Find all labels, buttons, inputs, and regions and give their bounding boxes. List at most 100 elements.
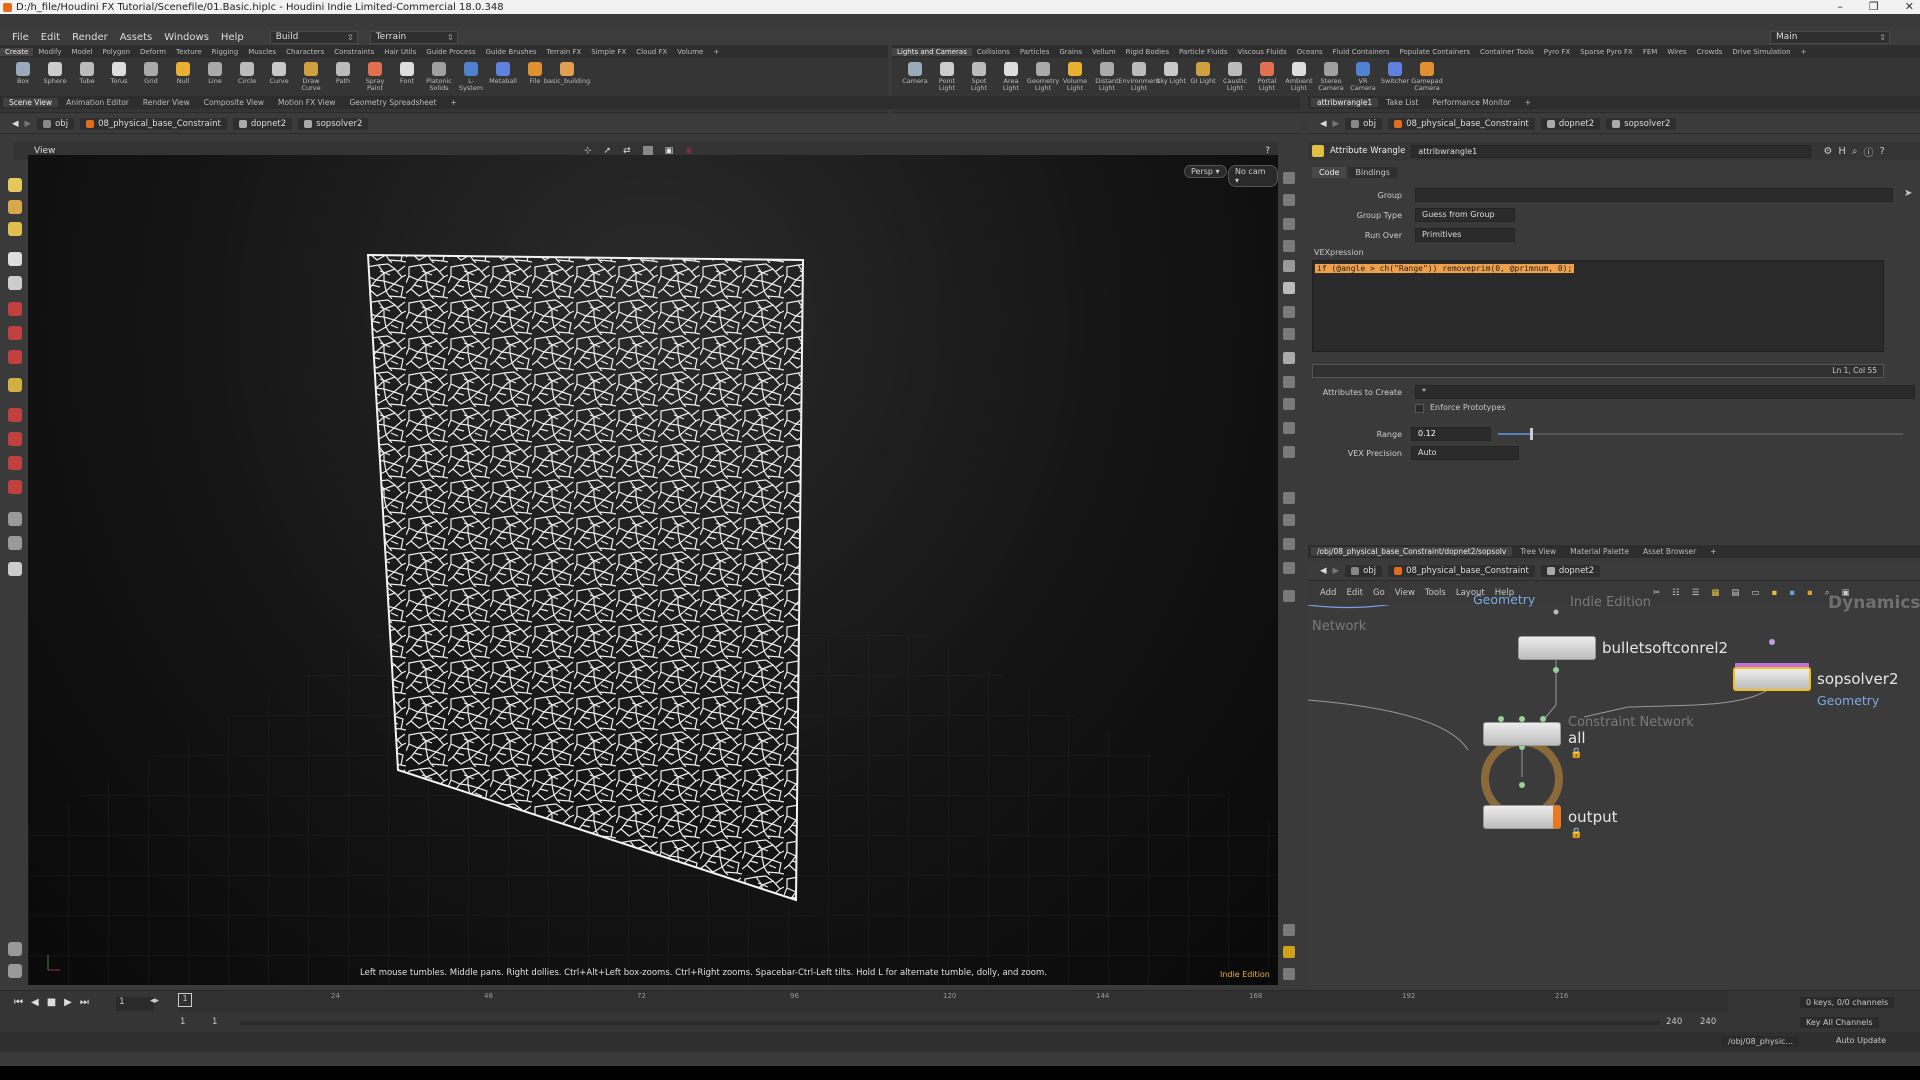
arrow-select-icon[interactable]	[8, 252, 22, 266]
select-tool-icon[interactable]	[8, 178, 22, 192]
shelf-tool-geometry-light[interactable]: Geometry Light	[1027, 62, 1059, 92]
tab-constraints[interactable]: Constraints	[329, 48, 379, 56]
precision-menu[interactable]: Auto	[1411, 446, 1519, 460]
node-all[interactable]	[1483, 722, 1561, 746]
net-menu-view[interactable]: View	[1395, 588, 1415, 598]
shelf-tool-torus[interactable]: Torus	[104, 62, 134, 92]
tab-model[interactable]: Model	[66, 48, 97, 56]
main-desktop-selector[interactable]: Main	[1770, 30, 1890, 44]
lasso-icon[interactable]	[8, 432, 22, 446]
params-forward-arrow-icon[interactable]: ▶	[1333, 119, 1340, 129]
tab-render-view[interactable]: Render View	[137, 98, 196, 107]
tab-terrain-fx[interactable]: Terrain FX	[542, 48, 587, 56]
node-all-lock-icon[interactable]: 🔒	[1570, 748, 1582, 759]
hscript-icon[interactable]: H	[1838, 146, 1846, 157]
bounds-icon[interactable]	[1283, 492, 1295, 504]
shelf-tool-gamepad-camera[interactable]: Gamepad Camera	[1411, 62, 1443, 92]
shelf-tool-box[interactable]: Box	[8, 62, 38, 92]
tab-viscous-fluids[interactable]: Viscous Fluids	[1233, 48, 1292, 56]
jump-start-icon[interactable]: ⏮	[14, 997, 23, 1008]
wrench-icon[interactable]: ✂	[1653, 588, 1660, 598]
display-options-icon[interactable]	[1283, 172, 1295, 184]
list-icon[interactable]: ☰	[1692, 588, 1700, 598]
tab-asset-browser[interactable]: Asset Browser	[1637, 547, 1702, 556]
params-path-dopnet[interactable]: dopnet2	[1540, 117, 1601, 130]
tab-attribwrangle1[interactable]: attribwrangle1	[1311, 98, 1379, 107]
tab-container-tools[interactable]: Container Tools	[1475, 48, 1539, 56]
back-arrow-icon[interactable]: ◀	[12, 119, 19, 129]
tab-create[interactable]: Create	[0, 47, 34, 56]
tab-animation-editor[interactable]: Animation Editor	[60, 98, 135, 107]
terrain-selector[interactable]: Terrain	[369, 30, 458, 44]
status-path[interactable]: /obj/08_physic...	[1722, 1036, 1800, 1047]
table-icon[interactable]: ▤	[1731, 588, 1739, 598]
path-item-sopsolver[interactable]: sopsolver2	[298, 117, 369, 130]
view-tool-icon[interactable]	[8, 200, 22, 214]
net-menu-tools[interactable]: Tools	[1425, 588, 1446, 598]
gear-icon[interactable]: ⚙	[1823, 146, 1832, 157]
group-field[interactable]	[1415, 188, 1893, 202]
menu-assets[interactable]: Assets	[120, 32, 153, 43]
range-slider[interactable]	[1498, 428, 1903, 440]
tab-[interactable]: +	[1519, 98, 1537, 107]
tab-volume[interactable]: Volume	[672, 48, 708, 56]
path-item-dopnet[interactable]: dopnet2	[232, 117, 293, 130]
numbers-icon[interactable]	[1283, 422, 1295, 434]
params-path-root[interactable]: obj	[1345, 117, 1383, 130]
hat-icon[interactable]	[8, 562, 22, 576]
shelf-tool-sky-light[interactable]: Sky Light	[1156, 62, 1186, 92]
tab-modify[interactable]: Modify	[33, 48, 66, 56]
range-field[interactable]: 0.12	[1411, 427, 1491, 441]
brush-select-icon[interactable]	[8, 378, 22, 392]
tab-pyro-fx[interactable]: Pyro FX	[1539, 48, 1575, 56]
attrs-field[interactable]: *	[1415, 385, 1915, 399]
display-icon[interactable]	[8, 964, 22, 978]
range-bar[interactable]	[240, 1021, 1660, 1025]
tab-composite-view[interactable]: Composite View	[198, 98, 270, 107]
lock-select-icon[interactable]	[8, 276, 22, 290]
headlight-icon[interactable]	[1283, 328, 1295, 340]
info-icon[interactable]: ⓘ	[1863, 144, 1873, 159]
shelf-tool-ambient-light[interactable]: Ambient Light	[1284, 62, 1314, 92]
tab-particles[interactable]: Particles	[1015, 48, 1055, 56]
tab-geometry-spreadsheet[interactable]: Geometry Spreadsheet	[343, 98, 442, 107]
tab-lights-and-cameras[interactable]: Lights and Cameras	[892, 47, 972, 56]
tab-oceans[interactable]: Oceans	[1292, 48, 1328, 56]
tab-fluid-containers[interactable]: Fluid Containers	[1328, 48, 1395, 56]
jump-end-icon[interactable]: ⏭	[80, 997, 89, 1008]
forward-arrow-icon[interactable]: ▶	[25, 119, 32, 129]
tab-populate-containers[interactable]: Populate Containers	[1395, 48, 1476, 56]
step-controls[interactable]: ◂▸	[150, 996, 159, 1006]
shelf-tool-environment-light[interactable]: Environment Light	[1118, 62, 1160, 92]
shelf-tool-draw-curve[interactable]: Draw Curve	[296, 62, 326, 92]
auto-update-menu[interactable]: Auto Update	[1836, 1036, 1886, 1045]
normals-icon[interactable]	[1283, 376, 1295, 388]
smooth-icon[interactable]	[1283, 240, 1295, 252]
network-forward-arrow-icon[interactable]: ▶	[1333, 566, 1340, 576]
texture-icon[interactable]	[1283, 352, 1295, 364]
pin-icon[interactable]	[8, 942, 22, 956]
tab-grains[interactable]: Grains	[1054, 48, 1087, 56]
magnet-icon[interactable]	[8, 480, 22, 494]
shelf-tool-line[interactable]: Line	[200, 62, 230, 92]
select-edges-icon[interactable]	[8, 326, 22, 340]
sticky-icon[interactable]: ▪	[1771, 588, 1777, 598]
tab-deform[interactable]: Deform	[135, 48, 171, 56]
group-select-arrow-icon[interactable]: ➤	[1904, 188, 1912, 199]
camera-menu[interactable]: No cam ▾	[1228, 165, 1278, 187]
shelf-tool-sphere[interactable]: Sphere	[40, 62, 70, 92]
node-output-lock-icon[interactable]: 🔒	[1570, 828, 1582, 839]
params-path-sopsolver[interactable]: sopsolver2	[1606, 117, 1677, 130]
tab-obj-08-physical-base-constraint-dopnet2-sopsolv[interactable]: /obj/08_physical_base_Constraint/dopnet2…	[1311, 547, 1513, 556]
note-icon[interactable]: ▭	[1751, 588, 1759, 598]
tab-crowds[interactable]: Crowds	[1692, 48, 1728, 56]
network-path-root[interactable]: obj	[1345, 564, 1383, 577]
node-bulletsoftconrel2[interactable]	[1518, 636, 1596, 660]
timeline-ruler[interactable]: 1 24 48 72 96 120 144 168 192 216	[178, 991, 1728, 1013]
shelf-tool-font[interactable]: Font	[392, 62, 422, 92]
shelf-tool-tube[interactable]: Tube	[72, 62, 102, 92]
network-path-constraint[interactable]: 08_physical_base_Constraint	[1388, 564, 1535, 577]
grid-icon[interactable]	[8, 408, 22, 422]
tab-[interactable]: +	[1796, 48, 1812, 56]
grid-view-icon[interactable]: ▦	[1711, 588, 1719, 598]
